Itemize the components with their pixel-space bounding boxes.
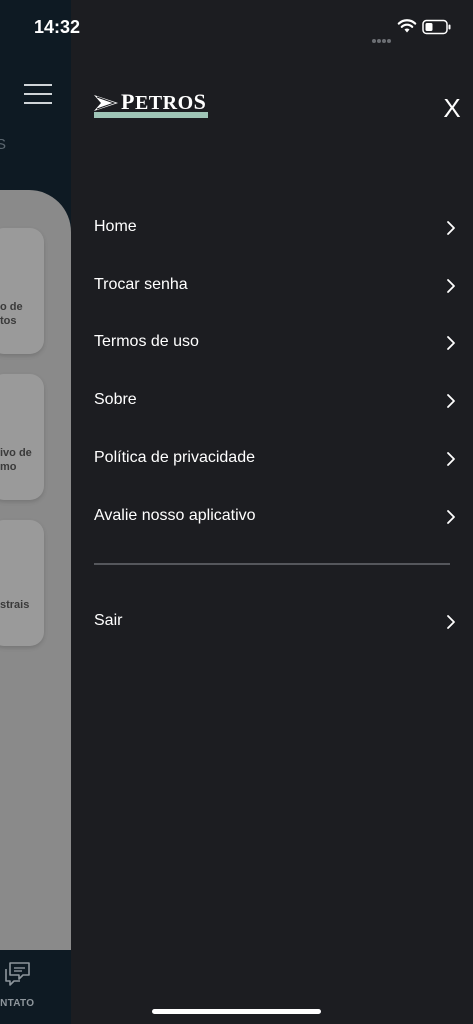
logo-accent-bar: [94, 112, 208, 118]
hamburger-menu-icon: [24, 84, 54, 104]
chevron-right-icon: [447, 394, 455, 408]
chevron-right-icon: [447, 510, 455, 524]
chevron-right-icon: [447, 615, 455, 629]
menu-item-label: Política de privacidade: [94, 449, 255, 466]
signal-icon: [372, 30, 392, 48]
logo-arrow-icon: [94, 95, 118, 111]
menu-item-label: Sair: [94, 612, 123, 629]
chevron-right-icon: [447, 221, 455, 235]
logo-text: PETROS: [121, 89, 207, 114]
menu-item-label: Sobre: [94, 391, 137, 408]
background-panel: o de tos ivo de mo strais: [0, 190, 71, 950]
menu-item-home[interactable]: Home: [94, 208, 460, 248]
background-card-label: o de tos: [0, 301, 23, 327]
menu-item-label: Termos de uso: [94, 333, 199, 350]
background-app: S o detos ivo demo strais ONTATO: [0, 0, 71, 1024]
menu-item-avalie-nosso-aplicativo[interactable]: Avalie nosso aplicativo: [94, 497, 460, 537]
menu-item-label: Avalie nosso aplicativo: [94, 507, 256, 524]
home-indicator[interactable]: [152, 1009, 321, 1014]
menu-item-politica-de-privacidade[interactable]: Política de privacidade: [94, 439, 460, 479]
chevron-right-icon: [447, 452, 455, 466]
background-card: strais: [0, 520, 44, 646]
close-button[interactable]: X: [436, 92, 468, 124]
menu-item-termos-de-uso[interactable]: Termos de uso: [94, 323, 460, 363]
status-time: 14:32: [34, 17, 81, 37]
chat-icon: [5, 962, 30, 986]
menu-item-label: Trocar senha: [94, 276, 188, 293]
menu-item-sair[interactable]: Sair: [94, 602, 460, 642]
menu-item-sobre[interactable]: Sobre: [94, 381, 460, 421]
background-header-text: S: [0, 136, 7, 153]
wifi-icon: [397, 19, 417, 33]
background-card: ivo de mo: [0, 374, 44, 500]
background-card-label: strais: [0, 599, 30, 611]
menu-divider: [94, 563, 450, 565]
background-card-label: ivo de mo: [0, 447, 32, 473]
petros-logo: PETROS: [94, 89, 210, 120]
menu-item-trocar-senha[interactable]: Trocar senha: [94, 266, 460, 306]
background-card: o de tos: [0, 228, 44, 354]
chevron-right-icon: [447, 279, 455, 293]
chevron-right-icon: [447, 336, 455, 350]
menu-item-label: Home: [94, 218, 137, 235]
background-tab-label: ONTATO: [0, 998, 35, 1009]
status-bar: 14:32: [0, 0, 473, 56]
battery-icon: [422, 19, 451, 35]
